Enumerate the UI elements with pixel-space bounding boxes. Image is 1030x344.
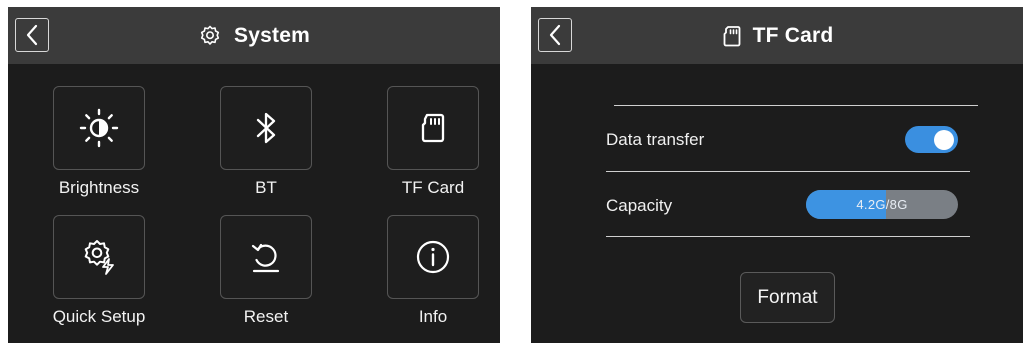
capacity-label: Capacity — [606, 196, 673, 215]
sd-card-icon — [421, 113, 445, 143]
brightness-label: Brightness — [58, 178, 140, 197]
reset-icon — [251, 243, 280, 273]
quick-setup-gear-icon — [84, 240, 114, 275]
bluetooth-icon — [256, 112, 276, 144]
tf-card-page-title: TF Card — [752, 23, 834, 47]
bt-label: BT — [255, 178, 277, 197]
tf-card-back-button[interactable] — [538, 18, 572, 52]
chevron-left-icon — [26, 24, 38, 46]
bluetooth-tile[interactable] — [220, 86, 312, 170]
brightness-tile[interactable] — [53, 86, 145, 170]
bottom-divider — [606, 236, 970, 237]
system-page-title: System — [234, 23, 310, 47]
gear-icon — [200, 25, 220, 45]
toggle-knob — [934, 129, 954, 150]
system-screen: System Brightness BT TF Card Quick Setup… — [8, 7, 500, 343]
quick-setup-tile[interactable] — [53, 215, 145, 299]
middle-divider — [606, 171, 970, 172]
tf-card-label: TF Card — [401, 178, 465, 197]
format-button[interactable]: Format — [740, 272, 835, 323]
info-tile[interactable] — [387, 215, 479, 299]
brightness-icon — [79, 108, 119, 148]
quick-setup-label: Quick Setup — [52, 307, 146, 326]
info-icon — [416, 240, 450, 274]
capacity-bar: 4.2G/8G — [806, 190, 958, 219]
info-label: Info — [418, 307, 448, 326]
tf-card-tile[interactable] — [387, 86, 479, 170]
sd-card-icon — [723, 25, 741, 46]
reset-tile[interactable] — [220, 215, 312, 299]
top-divider — [614, 105, 978, 106]
tf-card-screen: TF Card Data transfer Capacity 4.2G/8G F… — [531, 7, 1023, 343]
data-transfer-label: Data transfer — [606, 130, 705, 149]
chevron-left-icon — [549, 24, 561, 46]
reset-label: Reset — [243, 307, 289, 326]
system-back-button[interactable] — [15, 18, 49, 52]
capacity-text: 4.2G/8G — [856, 197, 908, 212]
data-transfer-toggle[interactable] — [905, 126, 958, 153]
